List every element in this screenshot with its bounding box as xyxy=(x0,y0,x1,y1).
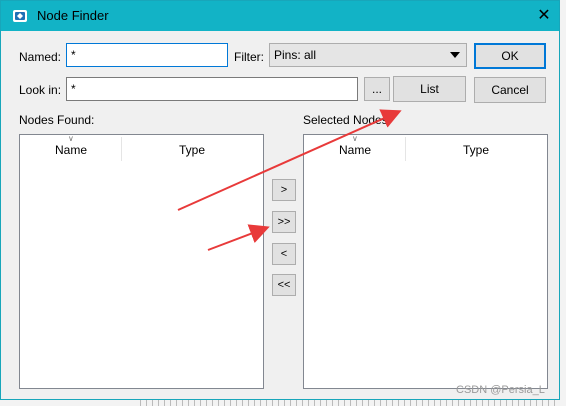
annotation-arrow-to-list xyxy=(177,109,402,211)
annotation-arrow-to-add-all xyxy=(207,224,270,251)
annotation-arrows xyxy=(177,109,402,251)
watermark: CSDN @Persia_L xyxy=(456,384,545,396)
